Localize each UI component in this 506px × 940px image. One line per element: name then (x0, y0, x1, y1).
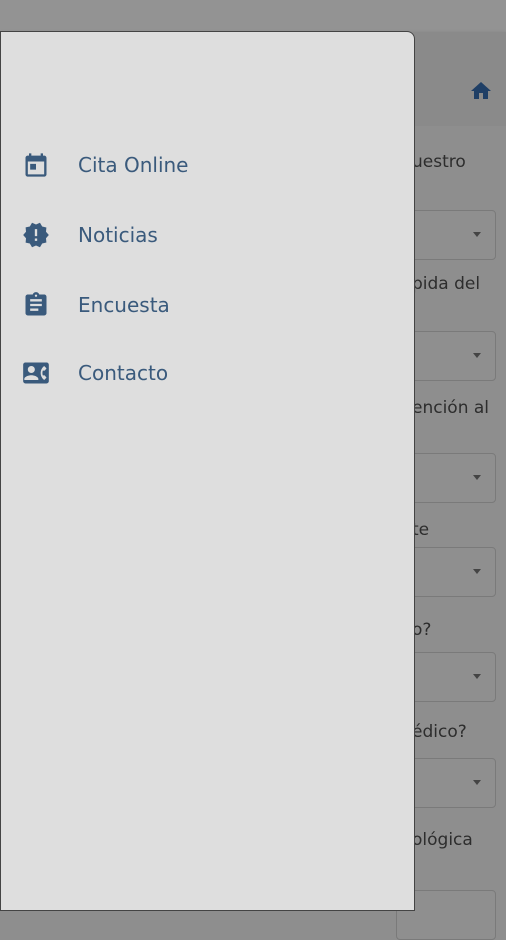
chevron-down-icon (473, 475, 481, 480)
chevron-down-icon (473, 353, 481, 358)
chevron-down-icon (473, 674, 481, 679)
home-icon (471, 82, 491, 99)
drawer-item-contacto[interactable]: Contacto (1, 347, 415, 399)
contact-card-icon (21, 358, 51, 388)
chevron-down-icon (473, 569, 481, 574)
drawer-item-label: Cita Online (78, 153, 189, 177)
question-text: édico? (412, 722, 467, 742)
drawer-item-label: Noticias (78, 223, 158, 247)
drawer-item-cita-online[interactable]: Cita Online (1, 139, 415, 191)
drawer-item-label: Encuesta (78, 293, 170, 317)
question-text: uestro (412, 152, 466, 172)
drawer-item-noticias[interactable]: Noticias (1, 209, 415, 261)
question-text: ológica (412, 830, 473, 850)
chevron-down-icon (473, 232, 481, 237)
question-text: ención al (412, 398, 490, 418)
clipboard-icon (21, 290, 51, 320)
drawer-item-encuesta[interactable]: Encuesta (1, 279, 415, 331)
drawer-item-label: Contacto (78, 361, 169, 385)
alert-badge-icon (21, 220, 51, 250)
question-text: pida del (412, 274, 481, 294)
chevron-down-icon (473, 780, 481, 785)
navigation-drawer: Cita Online Noticias Encuesta Contacto (0, 31, 415, 911)
home-button[interactable] (468, 78, 494, 104)
status-bar (0, 0, 506, 32)
calendar-icon (21, 150, 51, 180)
